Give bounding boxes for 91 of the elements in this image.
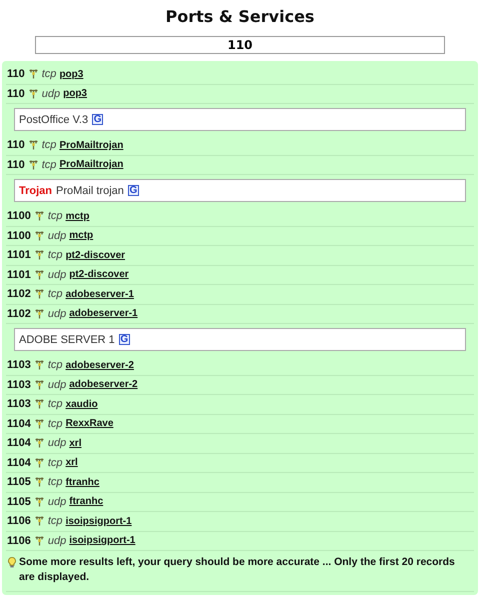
service-link[interactable]: ftranhc (66, 476, 100, 488)
port-number: 110 (7, 139, 25, 152)
description-text: PostOffice V.3 (19, 114, 88, 126)
protocol-label: tcp (42, 158, 56, 171)
port-number: 1106 (7, 515, 31, 528)
protocol-label: udp (48, 230, 66, 242)
service-link[interactable]: mctp (69, 230, 94, 242)
protocol-label: tcp (48, 398, 63, 410)
protocol-label: udp (48, 268, 66, 281)
protocol-label: tcp (42, 68, 56, 80)
google-search-link[interactable]: G (92, 114, 104, 125)
service-link[interactable]: RexxRave (66, 418, 114, 430)
connector-icon (34, 477, 44, 488)
protocol-label: udp (48, 534, 66, 547)
protocol-label: tcp (48, 210, 63, 222)
port-number: 1105 (7, 496, 31, 508)
service-link[interactable]: isoipsigport-1 (69, 535, 136, 546)
port-number: 1101 (7, 249, 31, 262)
port-number: 110 (7, 88, 25, 100)
connector-icon (34, 516, 44, 526)
service-link[interactable]: ftranhc (69, 496, 104, 508)
service-link[interactable]: adobeserver-1 (66, 288, 134, 300)
protocol-label: udp (48, 378, 66, 391)
notice-text: Some more results left, your query should be more accurate ... Only the first 20 records are displayed. (19, 555, 456, 585)
port-number: 1105 (7, 476, 31, 488)
protocol-label: tcp (48, 418, 63, 430)
connector-icon (34, 496, 44, 507)
service-link[interactable]: adobeserver-1 (69, 308, 138, 320)
connector-icon (34, 250, 44, 260)
lightbulb-icon (8, 557, 16, 568)
port-number: 1103 (7, 359, 31, 372)
connector-icon (34, 536, 44, 546)
connector-icon (34, 399, 44, 410)
port-number: 1103 (7, 398, 31, 410)
service-link[interactable]: mctp (66, 210, 90, 222)
protocol-label: tcp (48, 515, 63, 528)
connector-icon (28, 160, 38, 170)
connector-icon (34, 270, 44, 280)
port-number: 1106 (7, 534, 31, 547)
service-link[interactable]: xrl (69, 438, 82, 449)
connector-icon (34, 380, 44, 390)
service-link[interactable]: pop3 (63, 88, 87, 100)
protocol-label: udp (42, 88, 60, 100)
protocol-label: udp (48, 437, 66, 450)
service-link[interactable]: ProMailtrojan (59, 140, 124, 151)
connector-icon (34, 230, 44, 241)
port-number: 1102 (7, 288, 31, 300)
service-link[interactable]: pop3 (59, 68, 84, 80)
port-number: 110 (7, 68, 25, 80)
connector-icon (34, 211, 44, 222)
description-text: ADOBE SERVER 1 (19, 334, 115, 346)
port-number: 1100 (7, 230, 31, 242)
service-link[interactable]: pt2-discover (66, 250, 126, 261)
port-number: 1104 (7, 456, 31, 469)
search-field[interactable]: 110 (35, 36, 445, 54)
category-tag: Trojan (19, 184, 52, 196)
protocol-label: tcp (48, 456, 63, 469)
protocol-label: tcp (42, 139, 56, 152)
port-number: 1101 (7, 268, 31, 281)
connector-icon (34, 418, 44, 429)
protocol-label: udp (48, 496, 66, 508)
connector-icon (28, 88, 38, 99)
connector-icon (28, 140, 38, 150)
protocol-label: tcp (48, 288, 63, 300)
connector-icon (34, 360, 44, 370)
google-search-link[interactable]: G (128, 185, 139, 196)
connector-icon (28, 69, 38, 80)
protocol-label: tcp (48, 249, 63, 262)
service-link[interactable]: pt2-discover (69, 269, 129, 280)
connector-icon (34, 438, 44, 448)
service-link[interactable]: adobeserver-2 (69, 379, 138, 390)
port-number: 1104 (7, 418, 31, 430)
protocol-label: udp (48, 308, 66, 320)
service-link[interactable]: xaudio (66, 398, 98, 410)
service-link[interactable]: ProMailtrojan (59, 159, 124, 170)
google-search-link[interactable]: G (118, 334, 130, 345)
port-number: 1104 (7, 437, 31, 450)
page-title: Ports & Services (164, 6, 316, 28)
protocol-label: tcp (48, 476, 63, 488)
port-number: 1102 (7, 308, 31, 320)
connector-icon (34, 458, 44, 468)
connector-icon (34, 289, 44, 300)
service-link[interactable]: adobeserver-2 (66, 360, 134, 371)
port-number: 1103 (7, 378, 31, 391)
protocol-label: tcp (48, 359, 63, 372)
port-number: 1100 (7, 210, 31, 222)
service-link[interactable]: xrl (66, 457, 78, 468)
service-link[interactable]: isoipsigport-1 (66, 516, 132, 527)
port-number: 110 (7, 158, 25, 171)
connector-icon (34, 308, 44, 319)
description-text: ProMail trojan (56, 184, 124, 196)
